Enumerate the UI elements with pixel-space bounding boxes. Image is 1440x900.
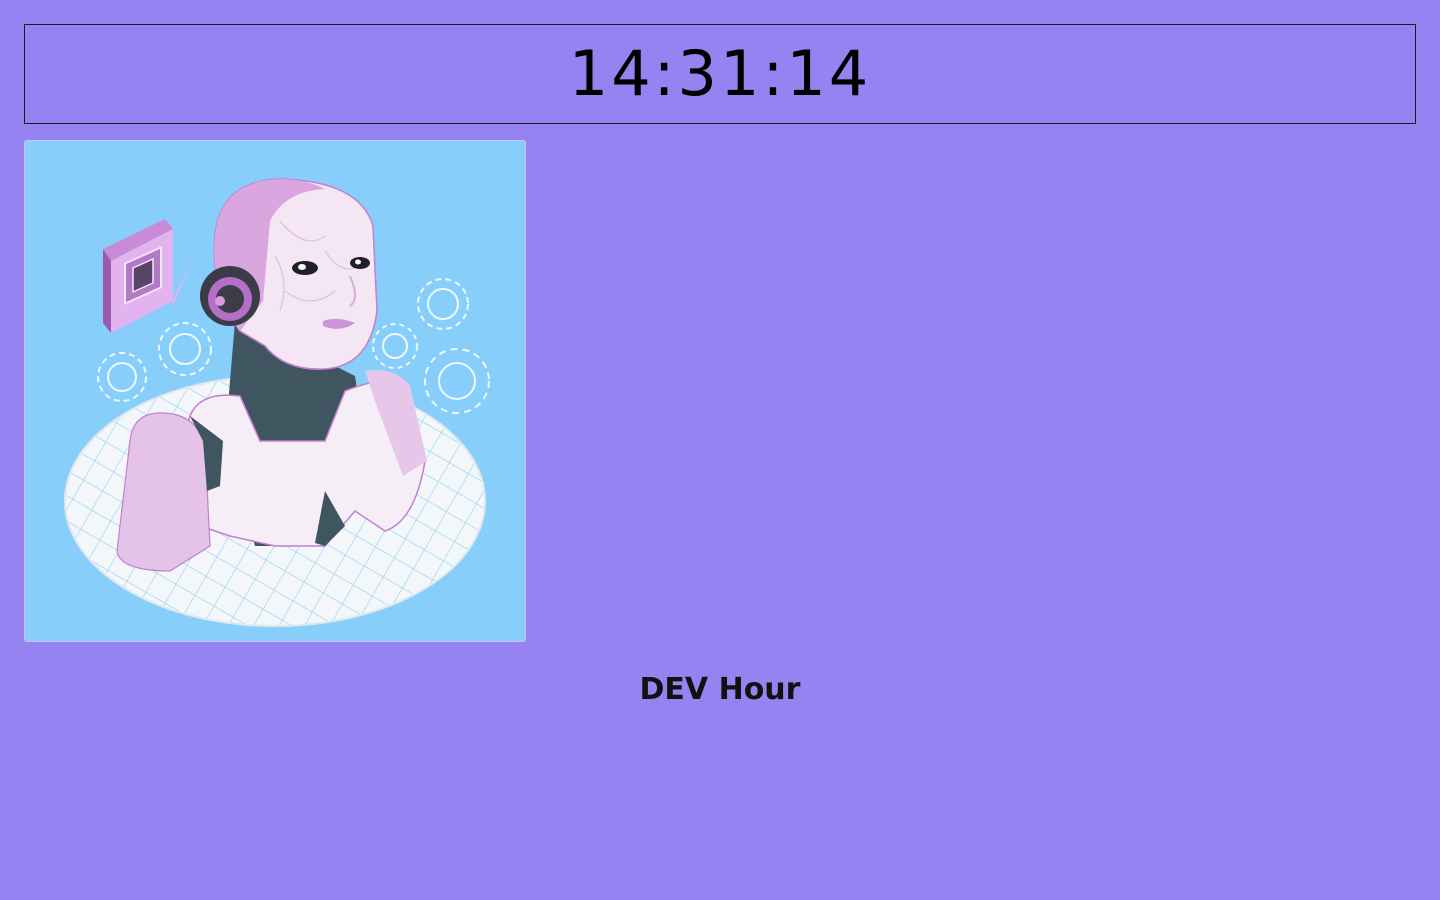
robot-illustration bbox=[64, 178, 490, 627]
chip-icon bbox=[103, 219, 193, 333]
clock-panel: 14:31:14 bbox=[24, 24, 1416, 124]
robot-image bbox=[24, 140, 526, 642]
clock-time: 14:31:14 bbox=[568, 37, 872, 110]
page-caption: DEV Hour bbox=[639, 672, 801, 707]
headphone-icon bbox=[200, 266, 260, 326]
